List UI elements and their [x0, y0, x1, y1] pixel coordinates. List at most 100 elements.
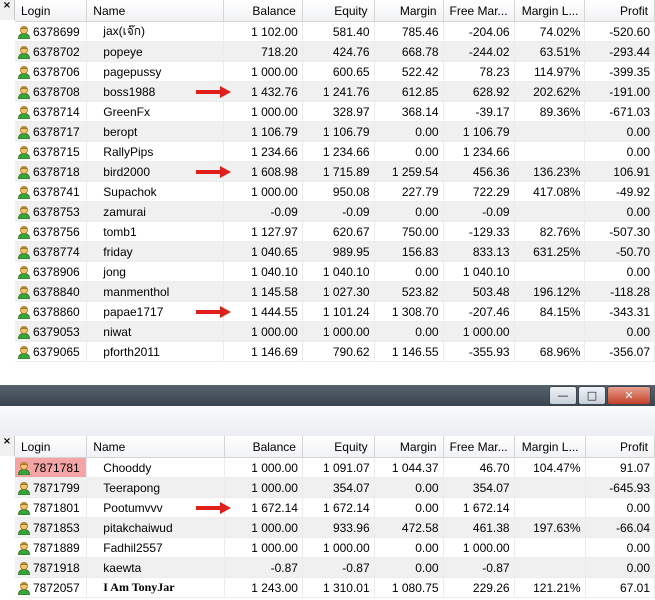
close-window-button[interactable]: ✕ — [607, 386, 651, 405]
cell-margin: 0.00 — [374, 477, 444, 498]
cell-margin-level — [514, 261, 586, 282]
table-row[interactable]: 7871799 Teerapong 1 000.00 354.07 0.00 354.07… — [15, 477, 655, 498]
window-titlebar: — □ ✕ — [0, 385, 655, 437]
cell-free-margin: 456.36 — [443, 161, 515, 182]
col-header-profit[interactable]: Profit — [584, 0, 655, 22]
col-header-login[interactable]: Login — [15, 436, 88, 458]
cell-equity: 989.95 — [302, 241, 375, 262]
col-header-equity[interactable]: Equity — [302, 0, 375, 22]
login-text: 6378708 — [33, 84, 80, 99]
table-row[interactable]: 7871781 Chooddy 1 000.00 1 091.07 1 044.37 46… — [15, 457, 655, 478]
col-header-balance[interactable]: Balance — [223, 0, 303, 22]
table-row[interactable]: 6378840 manmenthol 1 145.58 1 027.30 523.82 5… — [15, 281, 655, 302]
table-row[interactable]: 7871801 Pootumvvv 1 672.14 1 672.14 0.00 1 67… — [15, 497, 655, 518]
col-header-equity[interactable]: Equity — [302, 436, 375, 458]
cell-free-margin: -204.06 — [443, 21, 515, 42]
cell-login: 7871889 — [15, 537, 88, 558]
col-header-balance[interactable]: Balance — [224, 436, 303, 458]
col-header-login[interactable]: Login — [15, 0, 88, 22]
table-row[interactable]: 6378860 papae1717 1 444.55 1 101.24 1 308.70… — [15, 301, 655, 322]
cell-login: 6378715 — [15, 141, 88, 162]
table-row[interactable]: 6378708 boss1988 1 432.76 1 241.76 612.85 628… — [15, 81, 655, 102]
cell-balance: 1 145.58 — [223, 281, 303, 302]
table-row[interactable]: 6378718 bird2000 1 608.98 1 715.89 1 259.54 4… — [15, 161, 655, 182]
cell-balance: 1 000.00 — [223, 321, 303, 342]
cell-equity: 1 310.01 — [302, 577, 375, 598]
table-row[interactable]: 6378702 popeye 718.20 424.76 668.78 -244.02 63… — [15, 41, 655, 62]
cell-balance: 1 234.66 — [223, 141, 303, 162]
cell-margin-level: 63.51% — [514, 41, 586, 62]
table-row[interactable]: 6378741 Supachok 1 000.00 950.08 227.79 722.2… — [15, 181, 655, 202]
cell-equity: 1 000.00 — [302, 321, 375, 342]
user-icon — [18, 165, 30, 179]
cell-equity: 424.76 — [302, 41, 375, 62]
cell-profit: -191.00 — [584, 81, 655, 102]
annotation-arrow — [196, 502, 231, 514]
user-icon — [18, 245, 30, 259]
maximize-button[interactable]: □ — [578, 386, 606, 405]
cell-login: 6379053 — [15, 321, 88, 342]
user-icon — [18, 481, 30, 495]
user-icon — [18, 345, 30, 359]
cell-margin: 227.79 — [374, 181, 444, 202]
table-row[interactable]: 6378753 zamurai -0.09 -0.09 0.00 -0.09 0.00 — [15, 201, 655, 222]
table-row[interactable]: 6378906 jong 1 040.10 1 040.10 0.00 1 040.10 0… — [15, 261, 655, 282]
user-icon — [18, 25, 30, 39]
col-header-free-margin[interactable]: Free Mar... — [443, 436, 515, 458]
cell-login: 6379065 — [15, 341, 88, 362]
col-header-profit[interactable]: Profit — [585, 436, 655, 458]
cell-equity: 790.62 — [302, 341, 375, 362]
cell-free-margin: -0.87 — [443, 557, 515, 578]
minimize-button[interactable]: — — [549, 386, 577, 405]
table-row[interactable]: 7872057 I Am TonyJar 1 243.00 1 310.01 1 080… — [15, 577, 655, 598]
cell-equity: 1 234.66 — [302, 141, 375, 162]
cell-equity: 581.40 — [302, 21, 375, 42]
table-row[interactable]: 6378715 RallyPips 1 234.66 1 234.66 0.00 1 23… — [15, 141, 655, 162]
accounts-panel-bottom: × Login Name Balance Equity Margin Free … — [0, 436, 655, 600]
cell-login: 6378706 — [15, 61, 88, 82]
user-icon — [18, 45, 30, 59]
table-row[interactable]: 6378699 jax(เจ๊ก) 1 102.00 581.40 785.46 -204… — [15, 21, 655, 42]
table-row[interactable]: 7871853 pitakchaiwud 1 000.00 933.96 472.58 4… — [15, 517, 655, 538]
cell-name: I Am TonyJar — [86, 577, 225, 598]
table-row[interactable]: 6378774 friday 1 040.65 989.95 156.83 833.13 6… — [15, 241, 655, 262]
cell-profit: 0.00 — [585, 557, 655, 578]
table-row[interactable]: 7871918 kaewta -0.87 -0.87 0.00 -0.87 0.00 — [15, 557, 655, 578]
cell-name: GreenFx — [86, 101, 225, 122]
cell-profit: 0.00 — [584, 121, 655, 142]
cell-balance: 1 000.00 — [224, 477, 303, 498]
user-icon — [18, 581, 30, 595]
cell-profit: -343.31 — [584, 301, 655, 322]
col-header-name[interactable]: Name — [86, 436, 225, 458]
table-row[interactable]: 6378756 tomb1 1 127.97 620.67 750.00 -129.33 8… — [15, 221, 655, 242]
col-header-name[interactable]: Name — [86, 0, 225, 22]
table-row[interactable]: 6379065 pforth2011 1 146.69 790.62 1 146.55-… — [15, 341, 655, 362]
annotation-arrow — [196, 166, 231, 178]
cell-balance: 1 000.00 — [223, 61, 303, 82]
col-header-margin[interactable]: Margin — [374, 0, 444, 22]
cell-profit: 0.00 — [584, 321, 655, 342]
col-header-margin-level[interactable]: Margin L... — [514, 436, 586, 458]
cell-equity: 620.67 — [302, 221, 375, 242]
col-header-free-margin[interactable]: Free Mar... — [443, 0, 515, 22]
cell-equity: 1 101.24 — [302, 301, 375, 322]
cell-balance: 1 672.14 — [224, 497, 303, 518]
cell-name: Teerapong — [86, 477, 225, 498]
table-row[interactable]: 6378717 beropt 1 106.79 1 106.79 0.00 1 106.7… — [15, 121, 655, 142]
table-row[interactable]: 7871889 Fadhil2557 1 000.00 1 000.00 0.00 1 0… — [15, 537, 655, 558]
login-text: 7871889 — [33, 540, 80, 555]
col-header-margin[interactable]: Margin — [374, 436, 444, 458]
col-header-margin-level[interactable]: Margin L... — [514, 0, 586, 22]
close-icon[interactable]: × — [0, 0, 15, 20]
table-row[interactable]: 6378714 GreenFx 1 000.00 328.97 368.14 -39.17… — [15, 101, 655, 122]
cell-balance: 718.20 — [223, 41, 303, 62]
user-icon — [18, 65, 30, 79]
cell-name: Fadhil2557 — [86, 537, 225, 558]
cell-login: 6378717 — [15, 121, 88, 142]
close-icon[interactable]: × — [0, 436, 15, 456]
cell-margin-level — [514, 537, 586, 558]
table-row[interactable]: 6378706 pagepussy 1 000.00 600.65 522.42 78.2… — [15, 61, 655, 82]
cell-margin: 522.42 — [374, 61, 444, 82]
login-text: 6379053 — [33, 324, 80, 339]
table-row[interactable]: 6379053 niwat 1 000.00 1 000.00 0.00 1 000.00… — [15, 321, 655, 342]
